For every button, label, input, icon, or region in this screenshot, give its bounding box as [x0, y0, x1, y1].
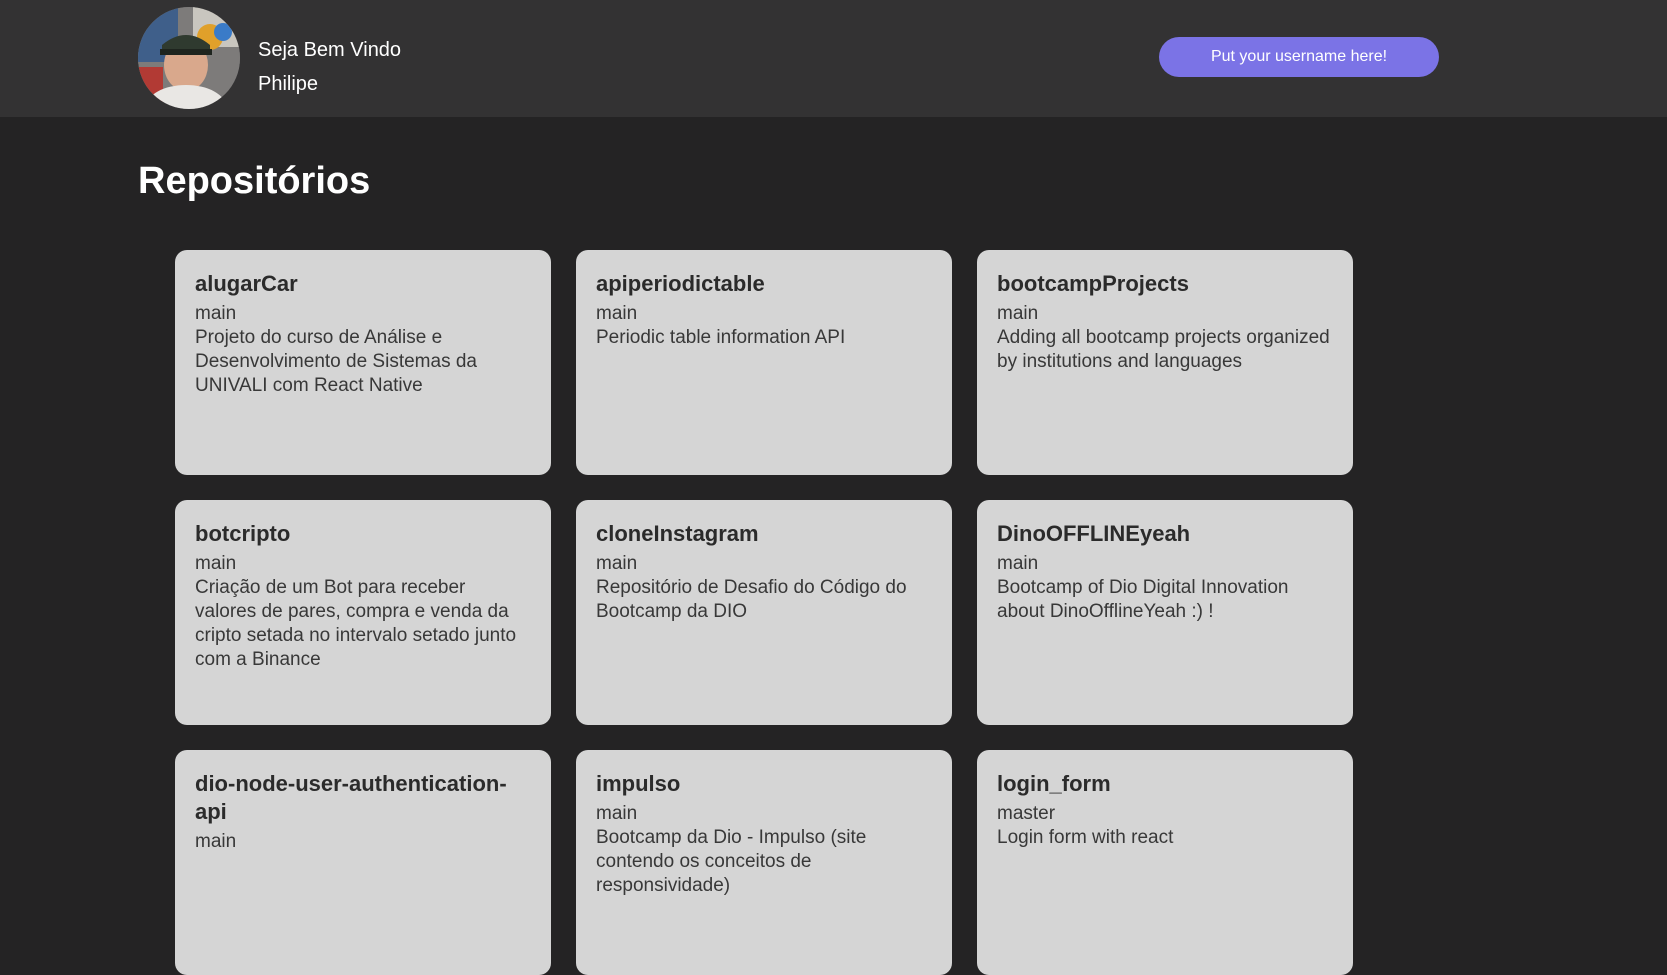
repo-branch: main — [195, 553, 237, 574]
avatar — [138, 7, 240, 109]
repo-name: bootcampProjects — [997, 271, 1189, 296]
repo-card[interactable]: bootcampProjects main Adding all bootcam… — [977, 250, 1353, 475]
repo-description: Repositório de Desafio do Código do Boot… — [596, 577, 907, 622]
user-name: Philipe — [258, 73, 319, 95]
repo-card[interactable]: DinoOFFLINEyeah main Bootcamp of Dio Dig… — [977, 500, 1353, 725]
repo-name: botcripto — [195, 521, 291, 546]
repo-branch: main — [596, 803, 638, 824]
greeting: Seja Bem Vindo Philipe — [258, 33, 401, 101]
header: Seja Bem Vindo Philipe — [0, 0, 1667, 117]
repo-card[interactable]: login_form master Login form with react — [977, 750, 1353, 975]
repo-card[interactable]: botcripto main Criação de um Bot para re… — [175, 500, 551, 725]
repo-name: impulso — [596, 771, 681, 796]
repo-description: Periodic table information API — [596, 327, 846, 348]
repo-grid: alugarCar main Projeto do curso de Análi… — [175, 250, 1353, 975]
repo-branch: main — [596, 303, 638, 324]
repo-branch: main — [997, 553, 1039, 574]
repo-name: cloneInstagram — [596, 521, 759, 546]
repo-description: Bootcamp of Dio Digital Innovation about… — [997, 577, 1289, 622]
repo-card[interactable]: impulso main Bootcamp da Dio - Impulso (… — [576, 750, 952, 975]
greeting-text: Seja Bem Vindo — [258, 39, 402, 61]
repo-name: dio-node-user-authentication-api — [195, 771, 507, 824]
repo-description: Login form with react — [997, 827, 1174, 848]
repo-branch: main — [195, 303, 237, 324]
repo-branch: main — [997, 303, 1039, 324]
repo-name: alugarCar — [195, 271, 298, 296]
page-title: Repositórios — [138, 160, 371, 202]
repo-card[interactable]: apiperiodictable main Periodic table inf… — [576, 250, 952, 475]
repo-card[interactable]: dio-node-user-authentication-api main — [175, 750, 551, 975]
repo-description: Projeto do curso de Análise e Desenvolvi… — [195, 327, 477, 396]
repo-branch: master — [997, 803, 1056, 824]
repo-name: apiperiodictable — [596, 271, 765, 296]
repo-card[interactable]: cloneInstagram main Repositório de Desaf… — [576, 500, 952, 725]
repo-card[interactable]: alugarCar main Projeto do curso de Análi… — [175, 250, 551, 475]
repo-branch: main — [596, 553, 638, 574]
repo-branch: main — [195, 831, 237, 852]
repo-name: login_form — [997, 771, 1111, 796]
repo-name: DinoOFFLINEyeah — [997, 521, 1191, 546]
repo-description: Criação de um Bot para receber valores d… — [195, 577, 517, 670]
repo-description: Adding all bootcamp projects organized b… — [997, 327, 1330, 372]
username-input[interactable] — [1159, 37, 1439, 77]
repo-description: Bootcamp da Dio - Impulso (site contendo… — [596, 827, 867, 896]
